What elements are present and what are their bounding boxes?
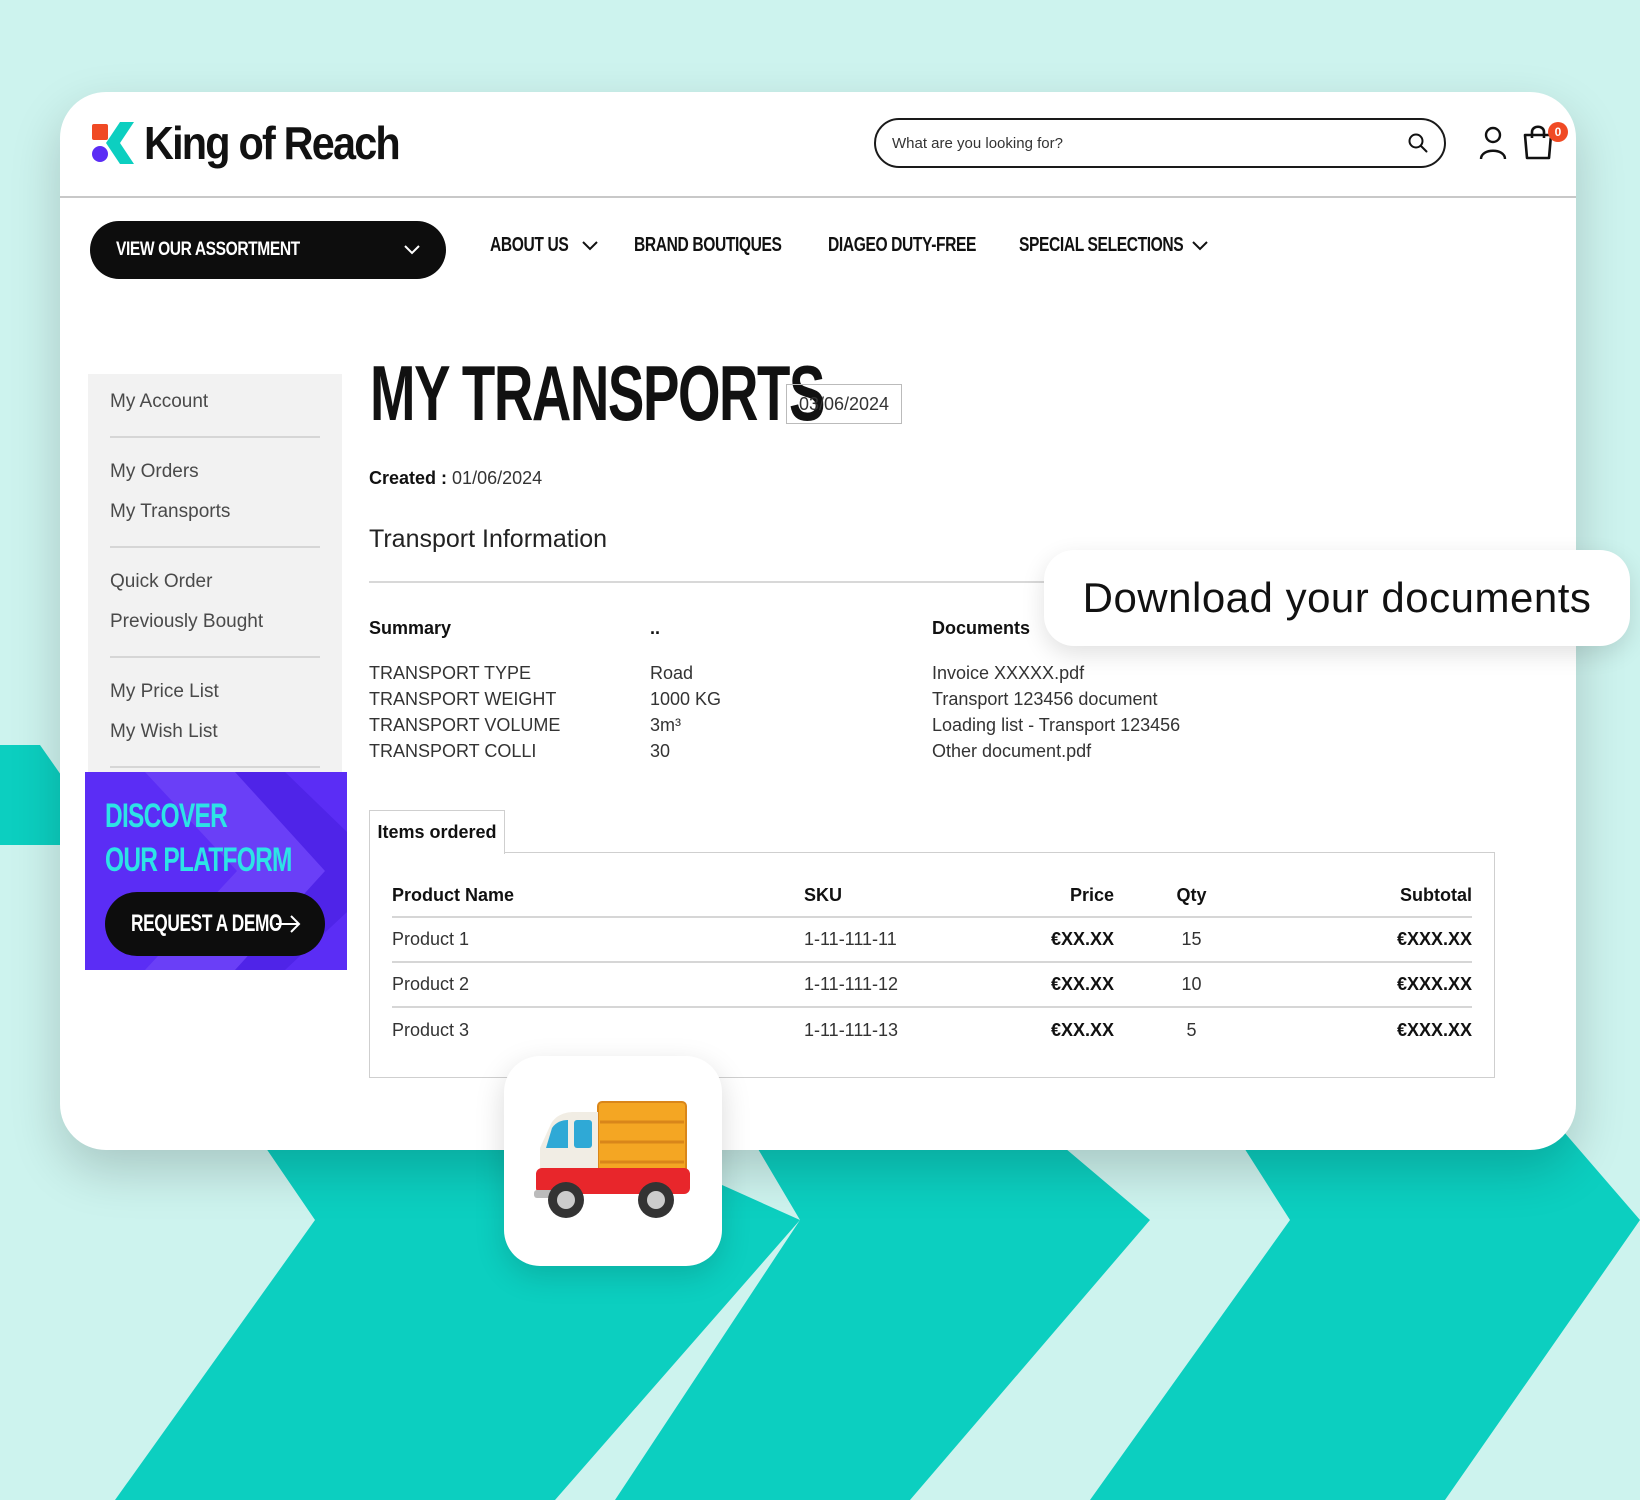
section-title: Transport Information <box>369 525 608 553</box>
summary-value: 3m³ <box>650 715 681 735</box>
view-assortment-label: VIEW OUR ASSORTMENT <box>116 239 300 260</box>
cell-price: €XX.XX <box>1050 1019 1114 1040</box>
summary-label: TRANSPORT TYPE <box>369 663 532 683</box>
table-row: Product 3 1-11-111-13 €XX.XX 5 €XXX.XX <box>392 1007 1472 1052</box>
king-of-reach-logo-mark <box>92 122 134 164</box>
column-header: Product Name <box>392 875 804 918</box>
summary-values: Road 1000 KG 3m³ 30 <box>650 660 721 764</box>
sidebar-item-my-account[interactable]: My Account <box>110 382 320 422</box>
search-input[interactable] <box>892 134 1408 152</box>
sidebar-item-quick-order[interactable]: Quick Order <box>110 562 320 602</box>
transport-date: 03/06/2024 <box>786 384 902 424</box>
chevron-down-icon <box>582 240 599 250</box>
nav-special-selections-label: SPECIAL SELECTIONS <box>1019 234 1184 256</box>
cell-sku: 1-11-111-13 <box>804 1019 899 1040</box>
cell-sku: 1-11-111-12 <box>804 962 1004 1008</box>
sidebar-group: My Orders My Transports <box>110 438 320 548</box>
page-title: MY TRANSPORTS <box>370 349 825 437</box>
view-assortment-button[interactable]: VIEW OUR ASSORTMENT <box>90 221 446 279</box>
column-header: Qty <box>1114 875 1269 918</box>
summary-label: TRANSPORT WEIGHT <box>369 689 557 709</box>
cell-price: €XX.XX <box>1004 917 1114 963</box>
account-sidebar: My Account My Orders My Transports Quick… <box>88 374 342 776</box>
chevron-down-icon <box>1192 240 1208 250</box>
user-icon[interactable] <box>1478 126 1508 160</box>
sidebar-item-my-price-list[interactable]: My Price List <box>110 672 320 712</box>
document-link[interactable]: Transport 123456 document <box>932 686 1180 712</box>
chevron-down-icon <box>404 245 420 255</box>
document-link[interactable]: Other document.pdf <box>932 738 1180 764</box>
promo-line-2: OUR PLATFORM <box>105 841 292 879</box>
sidebar-item-my-transports[interactable]: My Transports <box>110 492 320 532</box>
documents-heading: Documents <box>932 618 1031 638</box>
cell-qty: 5 <box>1186 1019 1197 1040</box>
cell-subtotal: €XXX.XX <box>1396 1019 1472 1040</box>
summary-value-heading: .. <box>650 618 661 638</box>
cell-sku: 1-11-111-11 <box>804 917 1004 963</box>
request-demo-button[interactable]: REQUEST A DEMO <box>105 892 325 956</box>
brand-name: King of Reach <box>144 117 401 169</box>
summary-heading: Summary <box>369 618 452 638</box>
column-header: Price <box>1004 875 1114 918</box>
nav-about-us[interactable]: ABOUT US <box>490 234 599 257</box>
table-row: Product 2 1-11-111-12 €XX.XX 10 €XXX.XX <box>392 962 1472 1008</box>
promo-line-1: DISCOVER <box>105 797 228 835</box>
download-documents-callout: Download your documents <box>1044 550 1630 646</box>
tab-items-ordered[interactable]: Items ordered <box>369 810 505 854</box>
created-label: Created : <box>369 468 448 488</box>
cell-price: €XX.XX <box>1004 962 1114 1008</box>
cell-subtotal: €XXX.XX <box>1269 962 1472 1008</box>
nav-brand-boutiques[interactable]: BRAND BOUTIQUES <box>634 234 823 257</box>
sidebar-item-previously-bought[interactable]: Previously Bought <box>110 602 320 642</box>
column-header: Subtotal <box>1269 875 1472 918</box>
arrow-right-icon <box>276 915 301 933</box>
cell-product-name: Product 2 <box>392 962 804 1008</box>
created-value: 01/06/2024 <box>452 468 543 488</box>
nav-about-us-label: ABOUT US <box>490 234 569 256</box>
summary-label: TRANSPORT COLLI <box>369 741 537 761</box>
request-demo-label: REQUEST A DEMO <box>131 910 283 937</box>
table-row: Product 1 1-11-111-11 €XX.XX 15 €XXX.XX <box>392 917 1472 963</box>
search-icon[interactable] <box>1408 133 1428 153</box>
cell-product-name: Product 1 <box>392 917 804 963</box>
cell-qty: 10 <box>1114 962 1269 1008</box>
summary-value: Road <box>650 663 694 683</box>
document-link[interactable]: Invoice XXXXX.pdf <box>932 660 1180 686</box>
cell-qty: 15 <box>1114 917 1269 963</box>
promo-title: DISCOVER OUR PLATFORM <box>105 794 292 882</box>
cell-subtotal: €XXX.XX <box>1269 917 1472 963</box>
summary-value: 30 <box>650 741 671 761</box>
cart-count-badge: 0 <box>1548 122 1568 142</box>
document-link[interactable]: Loading list - Transport 123456 <box>932 712 1180 738</box>
items-table-container: Product Name SKU Price Qty Subtotal Prod… <box>369 852 1495 1078</box>
nav-brand-boutiques-label: BRAND BOUTIQUES <box>634 234 783 256</box>
sidebar-group: My Account <box>110 374 320 438</box>
search-bar[interactable] <box>874 118 1446 168</box>
nav-diageo-duty-free-label: DIAGEO DUTY-FREE <box>827 234 976 256</box>
nav-diageo-duty-free[interactable]: DIAGEO DUTY-FREE <box>828 234 1018 257</box>
promo-banner: DISCOVER OUR PLATFORM REQUEST A DEMO <box>85 772 347 970</box>
created-date: Created : 01/06/2024 <box>369 468 542 489</box>
sidebar-item-my-wish-list[interactable]: My Wish List <box>110 712 320 752</box>
header-divider <box>60 196 1576 198</box>
table-header-row: Product Name SKU Price Qty Subtotal <box>392 875 1472 918</box>
column-header: SKU <box>804 875 1004 918</box>
delivery-truck-icon <box>534 1101 690 1218</box>
truck-icon-tile <box>504 1056 722 1266</box>
sidebar-item-my-orders[interactable]: My Orders <box>110 452 320 492</box>
documents-list: Invoice XXXXX.pdf Transport 123456 docum… <box>932 660 1180 764</box>
sidebar-group: My Price List My Wish List <box>110 658 320 768</box>
summary-label: TRANSPORT VOLUME <box>369 715 561 735</box>
main-nav: ABOUT US BRAND BOUTIQUES DIAGEO DUTY-FRE… <box>490 234 1250 257</box>
summary-labels: TRANSPORT TYPE TRANSPORT WEIGHT TRANSPOR… <box>369 660 560 764</box>
nav-special-selections[interactable]: SPECIAL SELECTIONS <box>1019 234 1208 257</box>
brand-logo[interactable]: King of Reach <box>90 112 427 174</box>
items-table: Product Name SKU Price Qty Subtotal Prod… <box>392 875 1472 1052</box>
cell-product-name: Product 3 <box>392 1019 470 1040</box>
summary-value: 1000 KG <box>650 689 722 709</box>
sidebar-group: Quick Order Previously Bought <box>110 548 320 658</box>
